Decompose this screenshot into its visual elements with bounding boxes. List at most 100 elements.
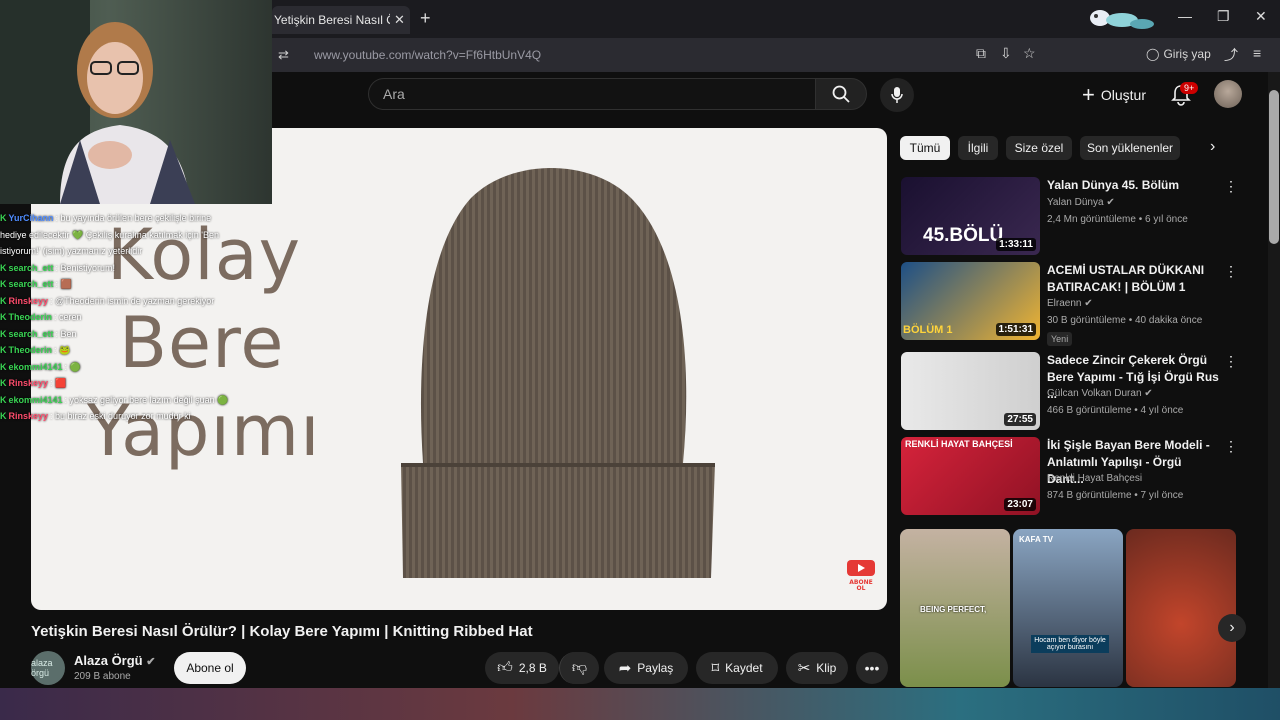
chat-username: Rinskeyy [8, 378, 49, 388]
rec-duration: 1:51:31 [995, 323, 1036, 336]
like-button[interactable]: 👍︎ 2,8 B [485, 652, 559, 684]
subscribe-watermark-icon[interactable]: ABONE OL [843, 556, 879, 592]
clip-button[interactable]: ✂ Klip [786, 652, 848, 684]
platform-badge-icon: K [0, 378, 7, 388]
chat-username: Theoderin [8, 345, 53, 355]
chat-text: : yoksaz geliyor bere lazım değil şuan 🟢 [64, 394, 229, 405]
create-button[interactable]: + Oluştur [1074, 80, 1158, 110]
browser-tab-active[interactable]: Yetişkin Beresi Nasıl Örülür ✕ [272, 6, 410, 34]
short-card-1[interactable]: BEING PERFECT, [900, 529, 1010, 687]
channel-subscriber-count: 209 B abone [74, 671, 131, 682]
rec-more-icon[interactable]: ⋮ [1224, 353, 1238, 370]
rec-thumbnail-3[interactable]: 27:55 [901, 352, 1040, 430]
rec-title[interactable]: ACEMİ USTALAR DÜKKANI BATIRACAK! | BÖLÜM… [1047, 262, 1221, 296]
chat-message: K Rinskeyy: @Theoderin ismin de yazman ge… [0, 293, 230, 310]
platform-badge-icon: K [0, 295, 7, 306]
chat-message: Kekommi4141: yoksaz geliyor bere lazım d… [0, 392, 230, 409]
subscribe-button[interactable]: Abone ol [174, 652, 246, 684]
extensions-icon[interactable]: ⤴ [1224, 45, 1238, 65]
chat-message: Ksearch_ett: 🟫 [0, 276, 230, 293]
chat-text: : 🟥 [50, 378, 67, 388]
plus-icon: + [1082, 82, 1095, 107]
share-arrow-icon: ➦ [618, 660, 632, 677]
more-horizontal-icon: ••• [864, 660, 880, 676]
rec-more-icon[interactable]: ⋮ [1224, 438, 1238, 455]
thumbs-down-icon: 👎︎ [571, 659, 588, 676]
rec-more-icon[interactable]: ⋮ [1224, 263, 1238, 280]
platform-badge-icon: K [0, 411, 7, 421]
channel-name-text: Alaza Örgü [74, 653, 143, 668]
site-info-icon[interactable]: ⇄ [278, 47, 289, 63]
short-caption: BEING PERFECT, [920, 605, 987, 614]
chips-next-icon[interactable]: › [1210, 138, 1215, 156]
close-window-icon[interactable]: ✕ [1255, 8, 1267, 25]
chat-text: : bu biraz eski duruyor zor mudur ki [50, 411, 191, 421]
create-label: Oluştur [1100, 87, 1146, 103]
search-button[interactable] [815, 78, 867, 110]
verified-icon: ✔ [1084, 298, 1093, 309]
download-icon[interactable]: ⇩ [1000, 45, 1012, 62]
search-box[interactable] [368, 78, 816, 110]
rec-title[interactable]: Yalan Dünya 45. Bölüm [1047, 177, 1221, 194]
rec-thumbnail-2[interactable]: BÖLÜM 1 1:51:31 [901, 262, 1040, 340]
new-tab-button[interactable]: + [420, 8, 431, 29]
chat-text: : Ben [55, 328, 77, 339]
shorts-next-icon[interactable]: › [1218, 614, 1246, 642]
rec-thumbnail-4[interactable]: RENKLİ HAYAT BAHÇESİ 23:07 [901, 437, 1040, 515]
short-card-3[interactable] [1126, 529, 1236, 687]
short-card-2[interactable]: KAFA TV Hocam ben diyor böyle açıyor bur… [1013, 529, 1123, 687]
svg-text:OL: OL [857, 585, 866, 592]
share-label: Paylaş [637, 661, 674, 675]
chat-text: : @Theoderin ismin de yazman gerekiyor [50, 295, 215, 306]
restore-icon[interactable]: ❐ [1217, 8, 1230, 25]
rec-channel[interactable]: Yalan Dünya ✔ [1047, 197, 1115, 208]
bookmark-star-icon[interactable]: ☆ [1023, 45, 1036, 62]
rec-more-icon[interactable]: ⋮ [1224, 178, 1238, 195]
verified-icon: ✔ [1106, 197, 1115, 208]
dislike-button[interactable]: 👎︎ [559, 652, 599, 684]
picture-in-picture-icon[interactable]: ⧉ [976, 45, 986, 62]
rec-thumb-text: BÖLÜM 1 [903, 324, 953, 336]
rec-channel[interactable]: Gülcan Volkan Duran ✔ [1047, 388, 1153, 399]
chat-username: Theoderin [8, 312, 53, 322]
video-title: Yetişkin Beresi Nasıl Örülür? | Kolay Be… [31, 623, 533, 640]
signin-label: Giriş yap [1163, 47, 1211, 61]
rec-duration: 27:55 [1004, 413, 1036, 426]
channel-avatar[interactable]: alaza örgü [31, 651, 65, 685]
chat-message: Ksearch_ett: Ben [0, 326, 230, 343]
close-tab-icon[interactable]: ✕ [394, 12, 405, 28]
like-count: 2,8 B [518, 661, 547, 675]
search-input[interactable] [369, 79, 815, 109]
chip-all[interactable]: Tümü [900, 136, 950, 160]
rec-channel[interactable]: Elraenn ✔ [1047, 298, 1093, 309]
scissors-icon: ✂ [797, 660, 811, 677]
url-text[interactable]: www.youtube.com/watch?v=Ff6HtbUnV4Q [314, 48, 541, 62]
share-button[interactable]: ➦ Paylaş [604, 652, 688, 684]
chip-related[interactable]: İlgili [958, 136, 998, 160]
channel-name[interactable]: Alaza Örgü ✔ [74, 653, 155, 668]
desktop-background [0, 688, 1280, 720]
minimize-icon[interactable]: — [1178, 8, 1192, 24]
browser-menu-icon[interactable]: ≡ [1253, 45, 1261, 61]
platform-badge-icon: K [0, 394, 7, 405]
microphone-icon [891, 87, 903, 103]
chat-username: search_ett [8, 262, 54, 273]
chat-message: K YurCihann: bu yayında örülen bere çekil… [0, 210, 230, 260]
rec-thumbnail-1[interactable]: 45.BÖLÜ 1:33:11 [901, 177, 1040, 255]
more-actions-button[interactable]: ••• [856, 652, 888, 684]
save-button[interactable]: ⌑ Kaydet [696, 652, 778, 684]
chip-recent[interactable]: Son yüklenenler [1080, 136, 1180, 160]
signin-button[interactable]: ◯ Giriş yap [1146, 44, 1211, 64]
voice-search-button[interactable] [880, 78, 914, 112]
rec-channel[interactable]: Renkli Hayat Bahçesi [1047, 473, 1142, 484]
platform-badge-icon: K [0, 361, 7, 372]
scrollbar-thumb[interactable] [1269, 90, 1279, 244]
chat-username: search_ett [8, 328, 54, 339]
chip-for-you[interactable]: Size özel [1006, 136, 1072, 160]
chat-username: ekommi4141 [8, 394, 63, 405]
user-avatar[interactable] [1214, 80, 1242, 108]
chat-username: YurCihann [8, 213, 54, 223]
bookmark-icon: ⌑ [711, 660, 720, 677]
tab-title: Yetişkin Beresi Nasıl Örülür [274, 13, 390, 27]
webcam-overlay [0, 0, 272, 204]
